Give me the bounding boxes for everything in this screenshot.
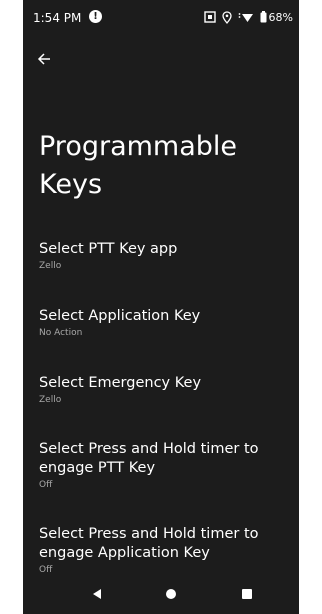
back-button[interactable] [31,46,57,72]
setting-title: Select Press and Hold timer to engage PT… [39,441,259,476]
page-title: Programmable Keys [39,131,238,200]
nav-back-button[interactable] [89,586,105,602]
alert-icon: ! [89,10,102,23]
status-time: 1:54 PM [33,11,82,25]
nav-home-button[interactable] [163,586,179,602]
setting-summary: Zello [39,395,62,405]
setting-emergency-key[interactable]: Select Emergency Key Zello [39,374,289,407]
back-triangle-icon [93,589,101,599]
setting-title: Select Press and Hold timer to engage Ap… [39,526,259,561]
battery-group: 68% [260,11,293,24]
phone-screen: 1:54 PM ! 68% Programmable Keys Select P… [23,0,299,614]
setting-application-key[interactable]: Select Application Key No Action [39,307,289,340]
home-circle-icon [166,589,176,599]
setting-summary: Off [39,480,53,490]
setting-summary: Zello [39,261,62,271]
battery-icon [260,11,267,23]
location-icon [221,10,232,24]
overview-square-icon [242,589,252,599]
screenshot-icon [203,11,216,23]
setting-application-hold-timer[interactable]: Select Press and Hold timer to engage Ap… [39,525,289,577]
setting-ptt-key-app[interactable]: Select PTT Key app Zello [39,240,289,273]
status-icons: 68% [203,10,293,24]
battery-percent: 68% [268,10,293,24]
setting-title: Select PTT Key app [39,241,178,257]
setting-summary: No Action [39,328,83,338]
setting-ptt-hold-timer[interactable]: Select Press and Hold timer to engage PT… [39,440,289,492]
navigation-bar [23,575,299,614]
nav-overview-button[interactable] [239,586,255,602]
status-bar: 1:54 PM ! 68% [23,0,299,38]
setting-title: Select Emergency Key [39,375,202,391]
setting-title: Select Application Key [39,308,201,324]
wifi-icon [238,13,253,22]
back-arrow-icon [37,53,50,65]
